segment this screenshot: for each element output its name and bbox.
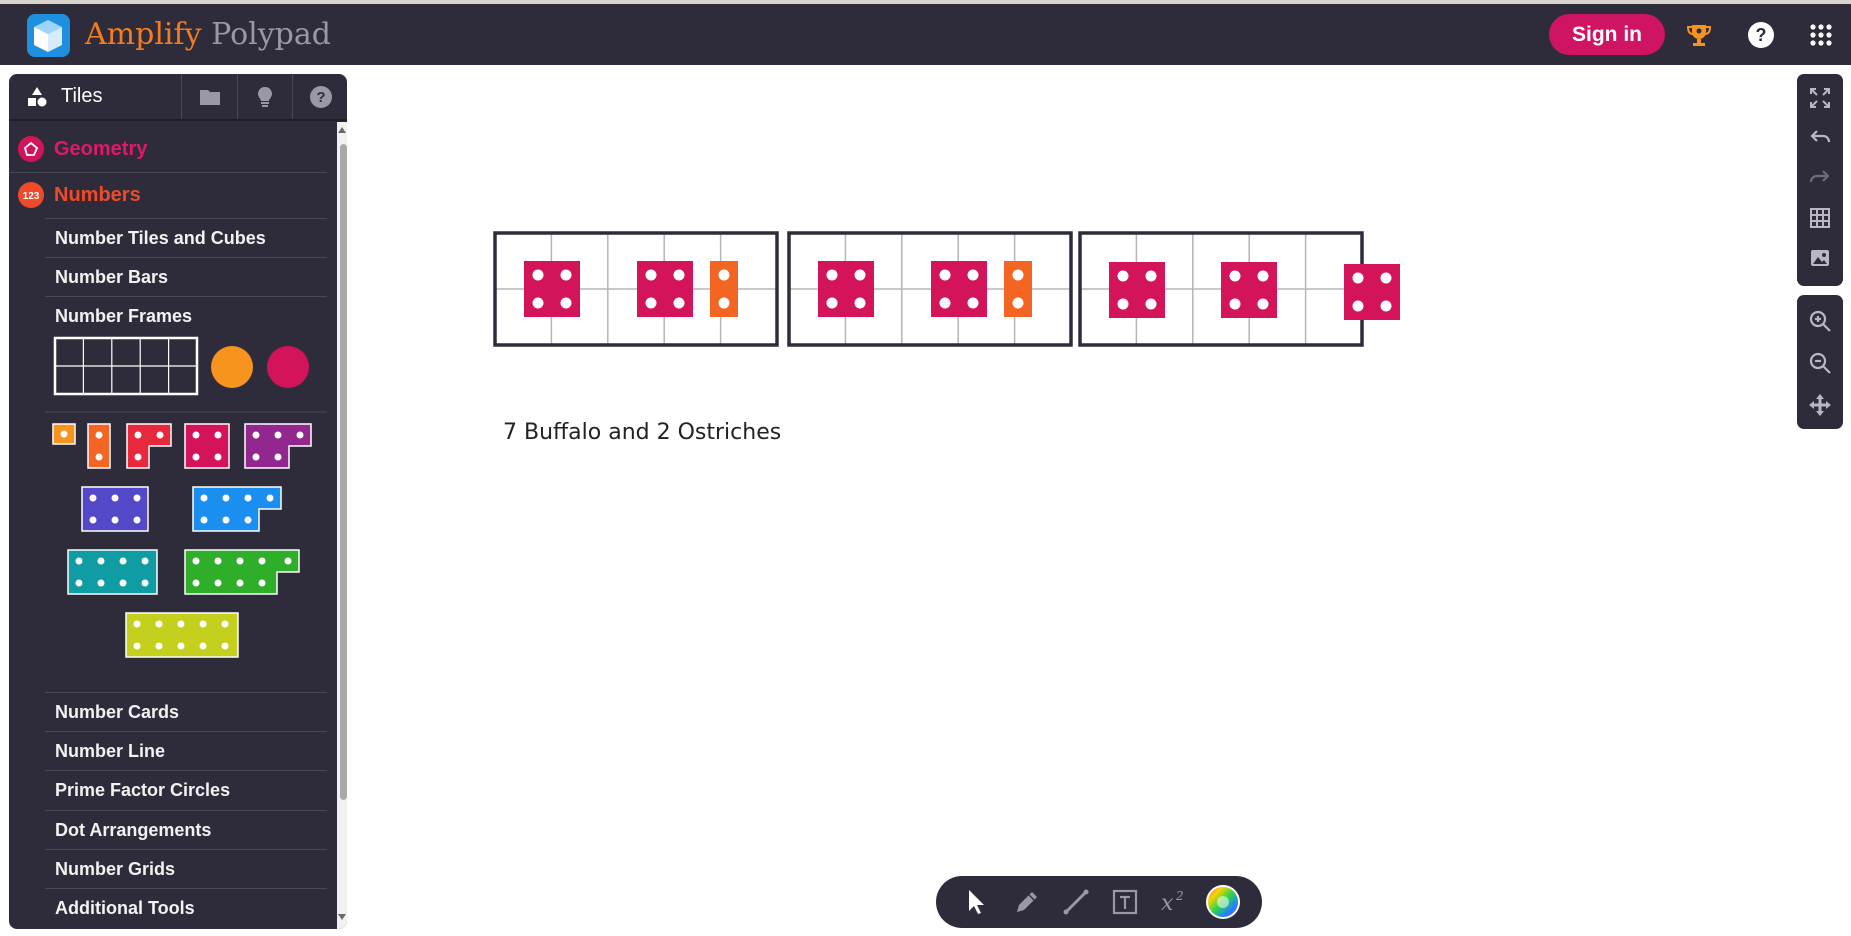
- help-icon[interactable]: ?: [1742, 16, 1780, 54]
- line-icon[interactable]: [1055, 881, 1097, 923]
- apps-grid-icon[interactable]: [1802, 16, 1840, 54]
- tile-6[interactable]: [81, 486, 149, 532]
- right-toolbar-top: [1797, 74, 1843, 286]
- tile-2[interactable]: [87, 423, 111, 469]
- orange-counter[interactable]: [211, 346, 253, 388]
- scroll-down-arrow-icon[interactable]: [337, 913, 347, 921]
- category-geometry[interactable]: Geometry: [18, 129, 336, 169]
- buffalo-tile-2[interactable]: [637, 261, 693, 317]
- polypad-logo-icon[interactable]: [27, 14, 70, 57]
- color-wheel-icon[interactable]: [1202, 881, 1244, 923]
- grid-icon[interactable]: [1797, 198, 1843, 238]
- buffalo-tile-1[interactable]: [524, 261, 580, 317]
- bottom-toolbar: x 2: [936, 876, 1262, 928]
- pen-icon[interactable]: [1006, 881, 1048, 923]
- svg-text:?: ?: [1756, 25, 1767, 45]
- sidebar-item-number-line[interactable]: Number Line: [45, 731, 327, 770]
- sidebar-item-additional-tools[interactable]: Additional Tools: [45, 888, 327, 927]
- shapes-icon: [28, 86, 47, 106]
- svg-text:123: 123: [23, 191, 40, 202]
- tile-7[interactable]: [192, 486, 282, 532]
- tab-tiles-label: Tiles: [61, 85, 103, 107]
- fullscreen-icon[interactable]: [1797, 78, 1843, 118]
- tile-3[interactable]: [126, 423, 172, 469]
- sidebar-item-number-frames[interactable]: Number Frames: [45, 296, 327, 335]
- sidebar-tabs: Tiles ?: [9, 74, 347, 119]
- ostrich-tile-2[interactable]: [1004, 261, 1032, 317]
- tile-10[interactable]: [125, 612, 239, 658]
- redo-icon[interactable]: [1797, 158, 1843, 198]
- sidebar-item-number-tiles[interactable]: Number Tiles and Cubes: [45, 218, 327, 257]
- geometry-icon: [18, 136, 44, 162]
- pan-icon[interactable]: [1797, 385, 1843, 425]
- tile-5[interactable]: [244, 423, 312, 469]
- brand-title[interactable]: Amplify Polypad: [85, 17, 331, 52]
- numbers-icon: 123: [18, 182, 44, 208]
- sidebar-item-number-bars[interactable]: Number Bars: [45, 257, 327, 296]
- ten-frame-2[interactable]: [787, 231, 1073, 347]
- folder-icon: [200, 89, 220, 105]
- sidebar: Tiles ? Geometry 123 Numbers Number Tile…: [9, 74, 347, 929]
- scroll-up-arrow-icon[interactable]: [337, 126, 347, 134]
- tab-help[interactable]: ?: [293, 74, 347, 119]
- equation-icon[interactable]: x 2: [1153, 881, 1195, 923]
- buffalo-tile-5[interactable]: [1109, 262, 1165, 318]
- sidebar-item-prime-factor-circles[interactable]: Prime Factor Circles: [45, 770, 327, 809]
- ten-frame-1[interactable]: [493, 231, 779, 347]
- svg-text:2: 2: [1175, 889, 1184, 903]
- ten-frame-3[interactable]: [1078, 231, 1364, 347]
- sign-in-button[interactable]: Sign in: [1549, 14, 1665, 55]
- tile-8[interactable]: [67, 549, 158, 595]
- canvas-caption[interactable]: 7 Buffalo and 2 Ostriches: [503, 420, 781, 445]
- sidebar-item-dot-arrangements[interactable]: Dot Arrangements: [45, 810, 327, 849]
- tab-ideas[interactable]: [238, 74, 293, 119]
- sidebar-item-number-cards[interactable]: Number Cards: [45, 692, 327, 731]
- svg-text:x: x: [1161, 891, 1174, 916]
- buffalo-tile-6[interactable]: [1221, 262, 1277, 318]
- undo-icon[interactable]: [1797, 118, 1843, 158]
- tab-saved[interactable]: [183, 74, 238, 119]
- buffalo-tile-7[interactable]: [1344, 264, 1400, 320]
- ten-frames-group[interactable]: [493, 231, 1400, 347]
- svg-text:?: ?: [316, 89, 325, 106]
- sidebar-scrollbar-thumb[interactable]: [340, 144, 347, 800]
- trophy-icon[interactable]: [1680, 16, 1718, 54]
- right-toolbar-bottom: [1797, 295, 1843, 429]
- sidebar-item-number-grids[interactable]: Number Grids: [45, 849, 327, 888]
- category-geometry-label: Geometry: [54, 137, 148, 160]
- buffalo-tile-4[interactable]: [931, 261, 987, 317]
- category-divider: [9, 172, 327, 173]
- app-header: Amplify Polypad Sign in ?: [0, 4, 1851, 65]
- text-icon[interactable]: [1104, 881, 1146, 923]
- brand-polypad: Polypad: [211, 17, 331, 52]
- tile-palette: [45, 336, 327, 658]
- ten-frame-tile[interactable]: [53, 336, 199, 396]
- zoom-out-icon[interactable]: [1797, 343, 1843, 383]
- pink-counter[interactable]: [267, 346, 309, 388]
- help-circle-icon: ?: [309, 85, 332, 108]
- zoom-in-icon[interactable]: [1797, 301, 1843, 341]
- category-numbers-label: Numbers: [54, 183, 141, 206]
- tile-1[interactable]: [52, 423, 76, 445]
- category-numbers[interactable]: 123 Numbers: [18, 175, 336, 215]
- image-icon[interactable]: [1797, 238, 1843, 278]
- buffalo-tile-3[interactable]: [818, 261, 874, 317]
- ostrich-tile-1[interactable]: [710, 261, 738, 317]
- sidebar-divider: [9, 119, 347, 121]
- tile-9[interactable]: [184, 549, 300, 595]
- brand-amplify: Amplify: [85, 17, 202, 52]
- tab-tiles[interactable]: Tiles: [9, 74, 182, 119]
- tile-4[interactable]: [184, 423, 230, 469]
- lightbulb-icon: [258, 86, 272, 107]
- pointer-icon[interactable]: [956, 881, 998, 923]
